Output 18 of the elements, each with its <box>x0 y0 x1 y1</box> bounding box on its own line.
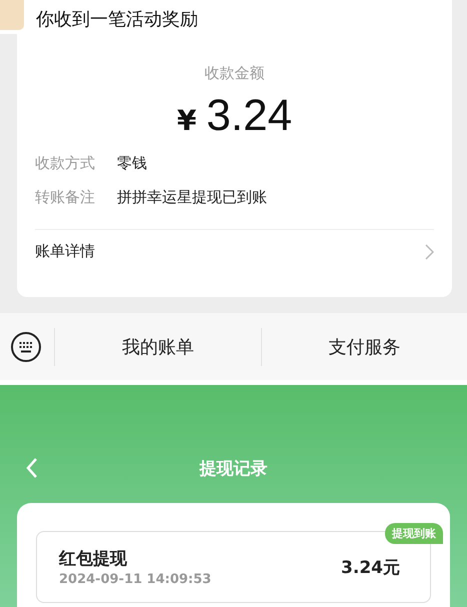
menu-item[interactable]: 我的账单 <box>55 334 260 358</box>
status-badge: 提现到账 <box>385 523 443 544</box>
page-title: 提现记录 <box>200 458 268 480</box>
currency-sign: ¥ <box>176 104 196 137</box>
record-title: 红包提现 <box>59 548 128 570</box>
amount-value: 3.24 <box>206 91 292 141</box>
amount-label: 收款金额 <box>204 64 264 83</box>
menu-item[interactable]: 支付服务 <box>262 334 467 358</box>
field-value: 拼拼幸运星提现已到账 <box>117 188 267 207</box>
chevron-right-icon <box>425 244 434 260</box>
field-label: 转账备注 <box>35 188 95 207</box>
record-time: 2024-09-11 14:09:53 <box>59 572 212 587</box>
message-title: 你收到一笔活动奖励 <box>36 8 198 31</box>
record-amount: 3.24元 <box>341 556 400 578</box>
bill-details-link[interactable]: 账单详情 <box>35 230 434 273</box>
field-value: 零钱 <box>117 154 147 173</box>
field-label: 收款方式 <box>35 154 95 173</box>
keyboard-icon[interactable] <box>10 330 42 362</box>
